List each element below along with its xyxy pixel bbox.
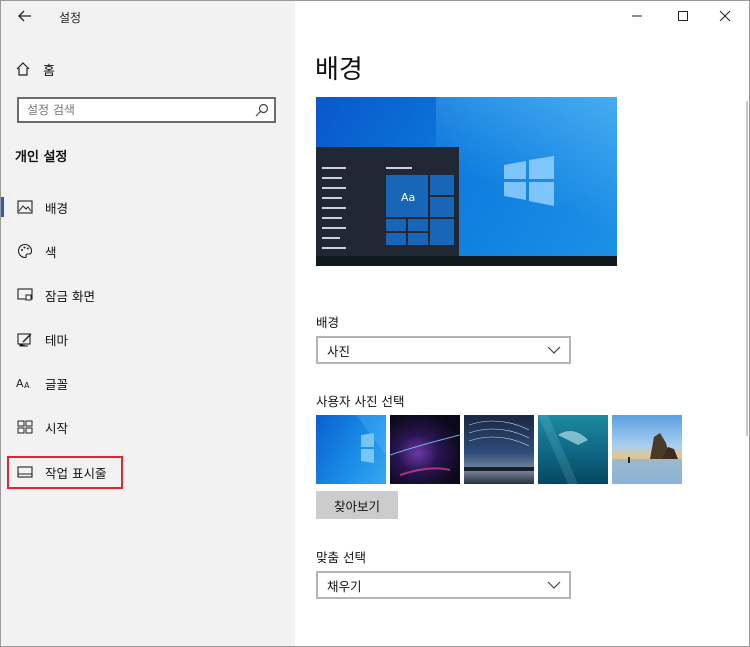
sidebar-item-color[interactable]: 색 xyxy=(1,233,295,269)
picture-thumbnail-1[interactable] xyxy=(316,415,386,484)
search-input[interactable] xyxy=(19,99,260,121)
back-button[interactable] xyxy=(15,7,35,27)
svg-text:A: A xyxy=(16,377,24,390)
main-content: 배경 Aa 배경 사진 사용자 사진 선택 찾아보기 맞춤 선택 채우기 xyxy=(295,1,749,646)
sidebar-item-label: 테마 xyxy=(45,332,69,348)
section-title: 개인 설정 xyxy=(15,150,68,165)
tile-group: Aa xyxy=(386,175,454,245)
close-button[interactable] xyxy=(705,5,745,27)
browse-button[interactable]: 찾아보기 xyxy=(316,491,398,519)
theme-icon xyxy=(15,329,35,349)
windows-logo xyxy=(316,415,386,463)
minimize-icon xyxy=(632,15,642,17)
sample-text: Aa xyxy=(401,191,416,204)
picture-thumbnail-4[interactable] xyxy=(538,415,608,484)
underwater-image xyxy=(538,415,588,484)
picture-thumbnail-3[interactable] xyxy=(464,415,534,484)
fit-dropdown-value: 채우기 xyxy=(327,578,362,594)
sidebar: 설정 홈 개인 설정 배경 색 잠금 화면 xyxy=(1,1,295,646)
background-preview: Aa xyxy=(316,97,617,266)
window-title: 설정 xyxy=(59,11,82,25)
windows-logo xyxy=(504,156,554,206)
start-menu-preview: Aa xyxy=(316,147,459,256)
beach-rock-image xyxy=(612,433,682,484)
page-title: 배경 xyxy=(315,55,363,85)
search-icon[interactable] xyxy=(254,102,270,118)
sidebar-item-label: 글꼴 xyxy=(45,376,69,392)
background-label: 배경 xyxy=(316,315,340,330)
sidebar-item-theme[interactable]: 테마 xyxy=(1,321,295,357)
home-nav[interactable]: 홈 xyxy=(15,58,55,80)
picture-thumbnail-2[interactable] xyxy=(390,415,460,484)
fit-label: 맞춤 선택 xyxy=(316,550,366,565)
back-arrow-icon xyxy=(18,10,31,22)
home-label: 홈 xyxy=(43,63,55,79)
sidebar-item-lock-screen[interactable]: 잠금 화면 xyxy=(1,277,295,313)
sidebar-item-background[interactable]: 배경 xyxy=(1,189,295,225)
highlight-box xyxy=(7,456,123,489)
sidebar-item-fonts[interactable]: AA 글꼴 xyxy=(1,365,295,401)
sidebar-item-label: 배경 xyxy=(45,200,69,216)
maximize-icon xyxy=(678,11,688,21)
chevron-down-icon xyxy=(547,346,561,354)
font-icon: AA xyxy=(15,373,35,393)
scrollbar[interactable] xyxy=(746,101,748,436)
sidebar-item-start[interactable]: 시작 xyxy=(1,409,295,445)
sidebar-item-label: 색 xyxy=(45,244,57,260)
fit-dropdown[interactable]: 채우기 xyxy=(316,571,571,599)
home-icon xyxy=(16,62,30,76)
sidebar-item-label: 시작 xyxy=(45,420,69,436)
sidebar-item-label: 잠금 화면 xyxy=(45,288,95,304)
choose-picture-label: 사용자 사진 선택 xyxy=(316,394,405,409)
maximize-button[interactable] xyxy=(663,5,703,27)
light-trail-image xyxy=(390,434,460,476)
minimize-button[interactable] xyxy=(617,5,657,27)
taskbar-preview xyxy=(316,256,617,266)
close-icon xyxy=(719,10,731,22)
star-trail-image xyxy=(464,420,534,471)
palette-icon xyxy=(15,241,35,261)
chevron-down-icon xyxy=(547,581,561,589)
background-dropdown-value: 사진 xyxy=(327,343,351,359)
settings-window: 설정 홈 개인 설정 배경 색 잠금 화면 xyxy=(0,0,750,647)
image-icon xyxy=(15,197,35,217)
background-dropdown[interactable]: 사진 xyxy=(316,336,571,364)
svg-text:A: A xyxy=(24,381,30,390)
search-box[interactable] xyxy=(17,97,276,123)
lock-screen-icon xyxy=(15,285,35,305)
picture-thumbnail-5[interactable] xyxy=(612,415,682,484)
start-icon xyxy=(15,417,35,437)
